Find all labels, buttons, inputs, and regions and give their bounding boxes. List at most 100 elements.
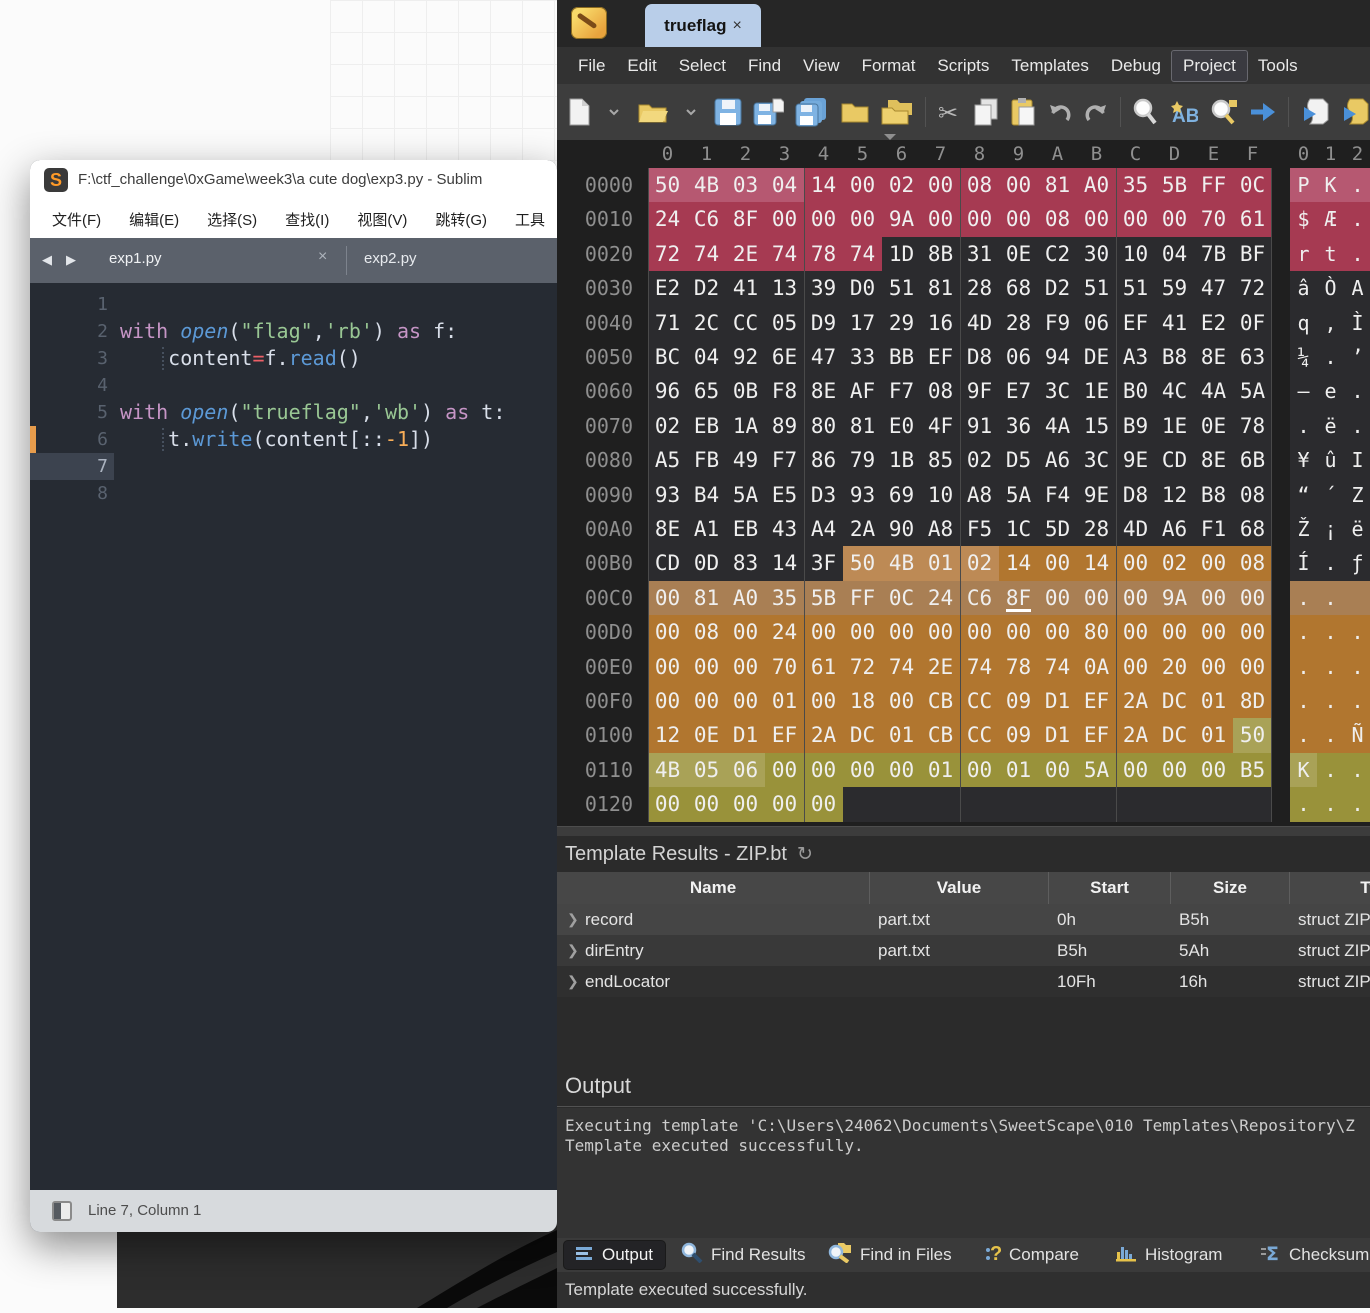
hex-byte-cell[interactable]: 00: [1038, 581, 1077, 615]
hex-byte-cell[interactable]: 78: [1233, 409, 1272, 443]
hex-byte-cell[interactable]: E2: [1194, 306, 1233, 340]
ascii-char-cell[interactable]: .: [1344, 753, 1370, 787]
ascii-char-cell[interactable]: .: [1317, 787, 1344, 821]
hex-byte-cell[interactable]: 47: [1194, 271, 1233, 305]
hex-byte-cell[interactable]: 01: [882, 718, 921, 752]
hex-byte-cell[interactable]: 8E: [648, 512, 687, 546]
ascii-char-cell[interactable]: $: [1290, 202, 1317, 236]
hex-byte-cell[interactable]: 94: [1038, 340, 1077, 374]
folders-icon[interactable]: [880, 98, 913, 126]
ascii-char-cell[interactable]: t: [1317, 237, 1344, 271]
hex-byte-cell[interactable]: 8E: [1194, 340, 1233, 374]
hex-byte-cell[interactable]: EF: [1077, 684, 1116, 718]
run-template-icon[interactable]: [1340, 97, 1369, 127]
hex-byte-cell[interactable]: 03: [726, 168, 765, 202]
hex-byte-cell[interactable]: 00: [1077, 202, 1116, 236]
ascii-char-cell[interactable]: .: [1290, 718, 1317, 752]
hex-byte-cell[interactable]: 00: [843, 168, 882, 202]
hex-byte-cell[interactable]: 65: [687, 374, 726, 408]
hex-byte-cell[interactable]: 00: [804, 787, 843, 821]
column-header-value[interactable]: Value: [870, 872, 1049, 904]
hex-editor-panel[interactable]: 0123456789ABCDEF0120000504B0304140002000…: [557, 140, 1370, 826]
column-header-name[interactable]: Name: [557, 872, 870, 904]
hex-byte-cell[interactable]: 61: [1233, 202, 1272, 236]
ascii-char-cell[interactable]: Ò: [1317, 271, 1344, 305]
ascii-char-cell[interactable]: Ñ: [1344, 718, 1370, 752]
hex-byte-cell[interactable]: 41: [1155, 306, 1194, 340]
hex-byte-cell[interactable]: [843, 787, 882, 821]
hex-byte-cell[interactable]: [1077, 787, 1116, 821]
tab-exp1-close-icon[interactable]: ×: [318, 248, 327, 266]
hex-byte-cell[interactable]: 00: [765, 753, 804, 787]
hex-byte-cell[interactable]: A5: [648, 443, 687, 477]
ascii-char-cell[interactable]: .: [1317, 718, 1344, 752]
hex-byte-cell[interactable]: 4D: [1116, 512, 1155, 546]
hex-byte-cell[interactable]: 00: [1116, 650, 1155, 684]
ascii-char-cell[interactable]: I: [1344, 443, 1370, 477]
hex-byte-cell[interactable]: D9: [804, 306, 843, 340]
new-file-icon[interactable]: [567, 97, 591, 127]
ascii-char-cell[interactable]: ¥: [1290, 443, 1317, 477]
hex-byte-cell[interactable]: 00: [1194, 581, 1233, 615]
hex-byte-cell[interactable]: 00: [921, 202, 960, 236]
hex-byte-cell[interactable]: CC: [960, 718, 999, 752]
hex-byte-cell[interactable]: C6: [960, 581, 999, 615]
hex-byte-cell[interactable]: 14: [804, 168, 843, 202]
sublime-menu-item-1[interactable]: 编辑(E): [115, 209, 193, 230]
hex-byte-cell[interactable]: 81: [921, 271, 960, 305]
hex-byte-cell[interactable]: 00: [1038, 546, 1077, 580]
hex-byte-cell[interactable]: BC: [648, 340, 687, 374]
menu-item-debug[interactable]: Debug: [1100, 51, 1172, 81]
sublime-code-editor[interactable]: 12with open("flag",'rb') as f:3 content=…: [30, 283, 557, 1190]
hex-byte-cell[interactable]: DC: [843, 718, 882, 752]
hex-byte-cell[interactable]: 24: [648, 202, 687, 236]
hex-byte-cell[interactable]: 00: [1038, 753, 1077, 787]
hex-byte-cell[interactable]: DC: [1155, 718, 1194, 752]
hex-byte-cell[interactable]: 93: [843, 478, 882, 512]
redo-icon[interactable]: [1083, 99, 1109, 125]
hex-byte-cell[interactable]: 35: [1116, 168, 1155, 202]
menu-item-tools[interactable]: Tools: [1247, 51, 1309, 81]
ascii-char-cell[interactable]: .: [1344, 168, 1370, 202]
hex-byte-cell[interactable]: [960, 787, 999, 821]
hex-byte-cell[interactable]: 02: [960, 443, 999, 477]
hex-byte-cell[interactable]: 28: [960, 271, 999, 305]
hex-byte-cell[interactable]: 08: [921, 374, 960, 408]
hex-byte-cell[interactable]: 68: [1233, 512, 1272, 546]
template-row-endLocator[interactable]: ❯endLocator10Fh16hstruct ZIP: [557, 966, 1370, 997]
tab-exp2[interactable]: exp2.py: [364, 250, 417, 267]
ascii-char-cell[interactable]: ¡: [1317, 512, 1344, 546]
hex-byte-cell[interactable]: 8D: [1233, 684, 1272, 718]
hex-byte-cell[interactable]: D2: [687, 271, 726, 305]
sublime-menu-item-3[interactable]: 查找(I): [271, 209, 343, 230]
hex-byte-cell[interactable]: 72: [648, 237, 687, 271]
hex-byte-cell[interactable]: A8: [960, 478, 999, 512]
hex-byte-cell[interactable]: B8: [1155, 340, 1194, 374]
hex-byte-cell[interactable]: 9A: [882, 202, 921, 236]
ascii-char-cell[interactable]: .: [1344, 684, 1370, 718]
hex-byte-cell[interactable]: 74: [882, 650, 921, 684]
hex-byte-cell[interactable]: CD: [648, 546, 687, 580]
hex-byte-cell[interactable]: 00: [726, 615, 765, 649]
vintage-mode-icon[interactable]: [52, 1201, 72, 1221]
hex-byte-cell[interactable]: 10: [921, 478, 960, 512]
template-row-dirEntry[interactable]: ❯dirEntrypart.txtB5h5Ahstruct ZIP: [557, 935, 1370, 966]
hex-byte-cell[interactable]: 02: [882, 168, 921, 202]
hex-byte-cell[interactable]: E5: [765, 478, 804, 512]
folder-icon[interactable]: [840, 100, 869, 124]
hex-byte-cell[interactable]: 00: [843, 615, 882, 649]
hex-byte-cell[interactable]: 5A: [1077, 753, 1116, 787]
sublime-titlebar[interactable]: S F:\ctf_challenge\0xGame\week3\a cute d…: [30, 160, 557, 200]
ascii-char-cell[interactable]: .: [1344, 202, 1370, 236]
hex-byte-cell[interactable]: 8E: [1194, 443, 1233, 477]
hex-byte-cell[interactable]: 24: [765, 615, 804, 649]
hex-byte-cell[interactable]: 13: [765, 271, 804, 305]
ascii-char-cell[interactable]: .: [1290, 684, 1317, 718]
hex-byte-cell[interactable]: DC: [1155, 684, 1194, 718]
hex-byte-cell[interactable]: 86: [804, 443, 843, 477]
ascii-char-cell[interactable]: û: [1317, 443, 1344, 477]
run-script-icon[interactable]: [1300, 97, 1329, 127]
hex-byte-cell[interactable]: EF: [1077, 718, 1116, 752]
hex-byte-cell[interactable]: F8: [765, 374, 804, 408]
undo-icon[interactable]: [1047, 99, 1073, 125]
